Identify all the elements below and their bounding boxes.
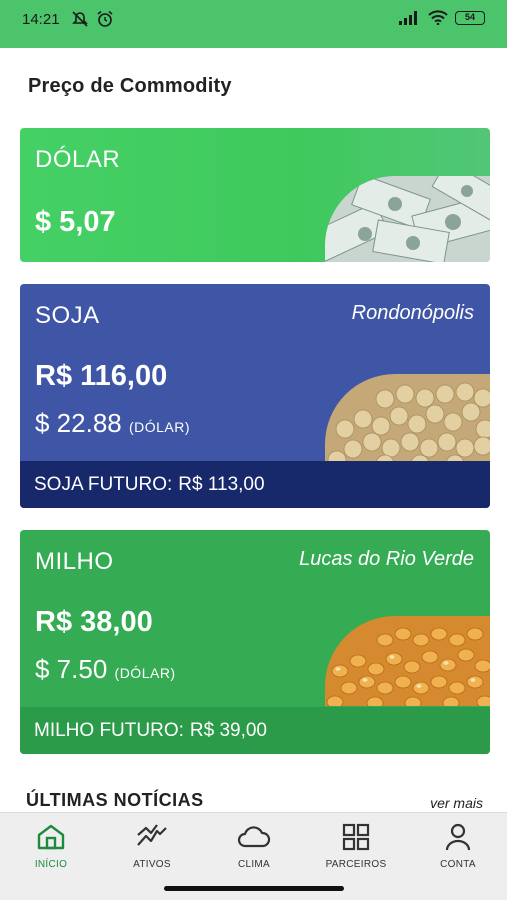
user-icon (445, 823, 471, 851)
soja-future-bar: SOJA FUTURO: R$ 113,00 (20, 461, 490, 508)
tab-ativos-label: ATIVOS (133, 859, 171, 870)
see-more-link[interactable]: ver mais (430, 795, 483, 811)
dolar-card[interactable]: DÓLAR $ 5,07 (20, 128, 490, 262)
soja-usd-suffix: (DÓLAR) (128, 419, 191, 435)
dolar-card-price: $ 5,07 (35, 206, 116, 238)
tab-parceiros[interactable]: PARCEIROS (311, 823, 401, 870)
page-title: Preço de Commodity (28, 75, 232, 97)
battery-indicator: 54 (455, 10, 485, 25)
tab-conta-label: CONTA (440, 859, 476, 870)
notifications-off-icon (72, 11, 88, 27)
trending-icon (137, 824, 167, 846)
milho-price-brl: R$ 38,00 (35, 606, 153, 638)
milho-usd-suffix: (DÓLAR) (114, 665, 176, 681)
dollar-bills-image (325, 176, 490, 262)
soybeans-image (325, 374, 490, 464)
status-time: 14:21 (22, 11, 60, 28)
cloud-icon (237, 826, 271, 848)
status-bar: 14:21 54 (0, 0, 507, 48)
milho-card-name: MILHO (35, 548, 114, 575)
soja-card-name: SOJA (35, 302, 100, 329)
soja-future-value: R$ 113,00 (178, 473, 265, 495)
tab-conta[interactable]: CONTA (413, 823, 503, 870)
tab-parceiros-label: PARCEIROS (325, 859, 387, 870)
tab-inicio-label: INÍCIO (34, 859, 68, 870)
tab-inicio[interactable]: INÍCIO (6, 823, 96, 870)
milho-card[interactable]: MILHO Lucas do Rio Verde R$ 38,00 $ 7.50… (20, 530, 490, 754)
wifi-icon (428, 10, 448, 25)
tab-clima-label: CLIMA (237, 859, 271, 870)
milho-future-value: R$ 39,00 (189, 719, 268, 741)
news-section-title: ÚLTIMAS NOTÍCIAS (26, 790, 204, 810)
signal-icon (399, 10, 417, 25)
milho-price-usd: $ 7.50 (DÓLAR) (35, 654, 176, 685)
home-indicator (164, 886, 344, 891)
corn-kernels-image (325, 616, 490, 706)
soja-card-location: Rondonópolis (351, 302, 474, 324)
soja-card[interactable]: SOJA Rondonópolis R$ 116,00 $ 22.88 (DÓL… (20, 284, 490, 508)
soja-price-brl: R$ 116,00 (35, 360, 168, 392)
soja-price-usd-value: $ 22.88 (35, 408, 122, 438)
soja-future-label: SOJA FUTURO: (34, 473, 173, 495)
tab-ativos[interactable]: ATIVOS (107, 823, 197, 870)
milho-future-label: MILHO FUTURO: (34, 719, 184, 741)
home-icon (37, 824, 65, 850)
grid-icon (342, 823, 370, 851)
alarm-icon (97, 10, 113, 27)
tab-clima[interactable]: CLIMA (209, 823, 299, 870)
dolar-card-name: DÓLAR (35, 146, 121, 173)
milho-price-usd-value: $ 7.50 (35, 654, 108, 684)
soja-price-usd: $ 22.88 (DÓLAR) (35, 408, 190, 439)
milho-card-location: Lucas do Rio Verde (299, 548, 474, 570)
milho-future-bar: MILHO FUTURO: R$ 39,00 (20, 707, 490, 754)
